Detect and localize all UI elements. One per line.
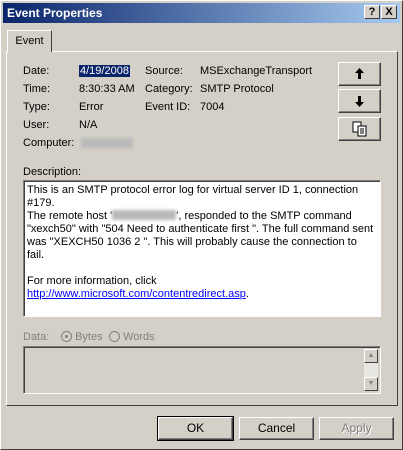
category-label: Category: xyxy=(145,83,193,95)
source-label: Source: xyxy=(145,65,183,77)
help-button[interactable]: ? xyxy=(364,5,380,19)
description-line: The remote host ' ', responded to the SMT… xyxy=(27,210,352,222)
time-value: 8:30:33 AM xyxy=(79,83,135,95)
ok-button[interactable]: OK xyxy=(157,416,234,441)
arrow-up-icon xyxy=(355,68,364,79)
event-properties-window: Event Properties ? X Event Date: 4/19/20… xyxy=(0,0,403,450)
copy-icon xyxy=(352,121,367,137)
computer-label: Computer: xyxy=(23,137,75,149)
data-label: Data: xyxy=(23,331,50,343)
user-label: User: xyxy=(23,119,50,131)
data-textbox[interactable]: ▲ ▼ xyxy=(23,346,381,394)
more-info-link[interactable]: http://www.microsoft.com/contentredirect… xyxy=(27,288,246,300)
time-label: Time: xyxy=(23,83,51,95)
title-bar[interactable]: Event Properties ? X xyxy=(3,3,400,23)
arrow-down-icon xyxy=(355,96,364,107)
date-value[interactable]: 4/19/2008 xyxy=(79,65,130,77)
description-line: was "XEXCH50 1036 2 ". This will probabl… xyxy=(27,236,357,261)
window-title: Event Properties xyxy=(7,6,103,20)
user-value: N/A xyxy=(79,119,98,131)
close-button[interactable]: X xyxy=(381,5,397,19)
description-label: Description: xyxy=(23,166,82,178)
date-label: Date: xyxy=(23,65,50,77)
bytes-radio[interactable]: Bytes xyxy=(61,331,103,343)
type-value: Error xyxy=(79,101,104,113)
scroll-down-icon[interactable]: ▼ xyxy=(364,377,378,391)
event-id-label: Event ID: xyxy=(145,101,191,113)
words-radio-circle xyxy=(109,331,120,342)
words-radio[interactable]: Words xyxy=(109,331,155,343)
next-event-button[interactable] xyxy=(338,89,381,113)
description-textbox[interactable]: This is an SMTP protocol error log for v… xyxy=(23,180,381,317)
remote-host-redacted xyxy=(112,210,177,220)
description-line: For more information, click http://www.m… xyxy=(27,275,249,300)
type-label: Type: xyxy=(23,101,50,113)
event-id-value: 7004 xyxy=(200,101,225,113)
copy-button[interactable] xyxy=(338,117,381,141)
source-value: MSExchangeTransport xyxy=(200,65,313,77)
cancel-button[interactable]: Cancel xyxy=(239,417,314,440)
tab-event[interactable]: Event xyxy=(7,30,52,52)
description-line: "xexch50" with "504 Need to authenticate… xyxy=(27,223,374,235)
category-value: SMTP Protocol xyxy=(200,83,274,95)
bytes-radio-circle xyxy=(61,331,72,342)
data-scrollbar[interactable]: ▲ ▼ xyxy=(364,349,378,391)
apply-button[interactable]: Apply xyxy=(319,417,394,440)
description-line: This is an SMTP protocol error log for v… xyxy=(27,184,359,209)
computer-value-redacted xyxy=(81,138,133,150)
previous-event-button[interactable] xyxy=(338,62,381,86)
scroll-up-icon[interactable]: ▲ xyxy=(364,349,378,363)
